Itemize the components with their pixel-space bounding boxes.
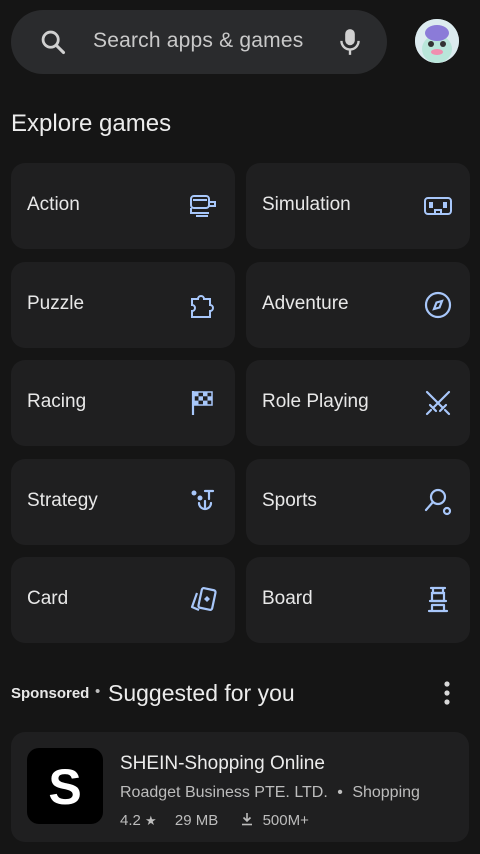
- separator-dot: •: [337, 784, 343, 801]
- category-label: Action: [27, 194, 80, 215]
- simulation-game-icon: [424, 197, 452, 215]
- app-icon: S: [27, 748, 103, 824]
- board-game-icon: [427, 586, 449, 613]
- app-developer-line: Roadget Business PTE. LTD. • Shopping: [120, 784, 420, 802]
- app-meta-line: 4.2 ★ 29 MB 500M+: [120, 812, 309, 829]
- top-bar: Search apps & games: [0, 0, 480, 90]
- category-tile-board[interactable]: Board: [246, 557, 470, 643]
- category-tile-strategy[interactable]: Strategy: [11, 459, 235, 545]
- category-label: Simulation: [262, 194, 351, 215]
- explore-games-title: Explore games: [11, 110, 172, 137]
- avatar-image: [415, 19, 459, 63]
- category-label: Role Playing: [262, 391, 369, 412]
- app-developer: Roadget Business PTE. LTD.: [120, 784, 328, 801]
- action-game-icon: [190, 195, 216, 217]
- category-label: Sports: [262, 490, 317, 511]
- category-label: Board: [262, 588, 313, 609]
- category-tile-sports[interactable]: Sports: [246, 459, 470, 545]
- app-rating: 4.2: [120, 812, 141, 829]
- app-icon-letter: S: [48, 759, 82, 815]
- more-options-icon[interactable]: [437, 678, 457, 708]
- category-tile-simulation[interactable]: Simulation: [246, 163, 470, 249]
- category-tile-role-playing[interactable]: Role Playing: [246, 360, 470, 446]
- puzzle-icon: [191, 295, 214, 318]
- category-label: Card: [27, 588, 69, 609]
- search-placeholder: Search apps & games: [93, 29, 304, 52]
- app-name: SHEIN-Shopping Online: [120, 753, 325, 774]
- category-tile-adventure[interactable]: Adventure: [246, 262, 470, 348]
- sponsored-label: Sponsored: [11, 685, 90, 702]
- download-icon: [242, 813, 253, 826]
- account-avatar[interactable]: [415, 19, 459, 63]
- crossed-swords-icon: [425, 390, 451, 416]
- app-downloads: 500M+: [262, 812, 309, 829]
- app-size: 29 MB: [174, 812, 219, 829]
- sports-icon: [424, 488, 452, 516]
- separator-dot: •: [95, 683, 101, 700]
- category-tile-action[interactable]: Action: [11, 163, 235, 249]
- category-label: Racing: [27, 391, 87, 412]
- category-label: Puzzle: [27, 293, 85, 314]
- search-bar[interactable]: Search apps & games: [11, 10, 387, 74]
- category-label: Strategy: [27, 490, 98, 511]
- suggested-app-card[interactable]: S SHEIN-Shopping Online Roadget Business…: [11, 732, 469, 842]
- star-icon: ★: [145, 813, 157, 828]
- strategy-icon: [191, 489, 215, 511]
- suggested-title: Suggested for you: [108, 680, 295, 706]
- suggested-header: Sponsored • Suggested for you: [11, 678, 471, 710]
- app-category: Shopping: [352, 784, 420, 801]
- search-icon: [41, 30, 66, 55]
- compass-icon: [424, 291, 452, 319]
- microphone-icon[interactable]: [337, 27, 363, 57]
- category-label: Adventure: [262, 293, 349, 314]
- category-tile-card[interactable]: Card: [11, 557, 235, 643]
- category-tile-racing[interactable]: Racing: [11, 360, 235, 446]
- category-tile-puzzle[interactable]: Puzzle: [11, 262, 235, 348]
- cards-icon: [190, 587, 217, 612]
- checkered-flag-icon: [191, 391, 213, 415]
